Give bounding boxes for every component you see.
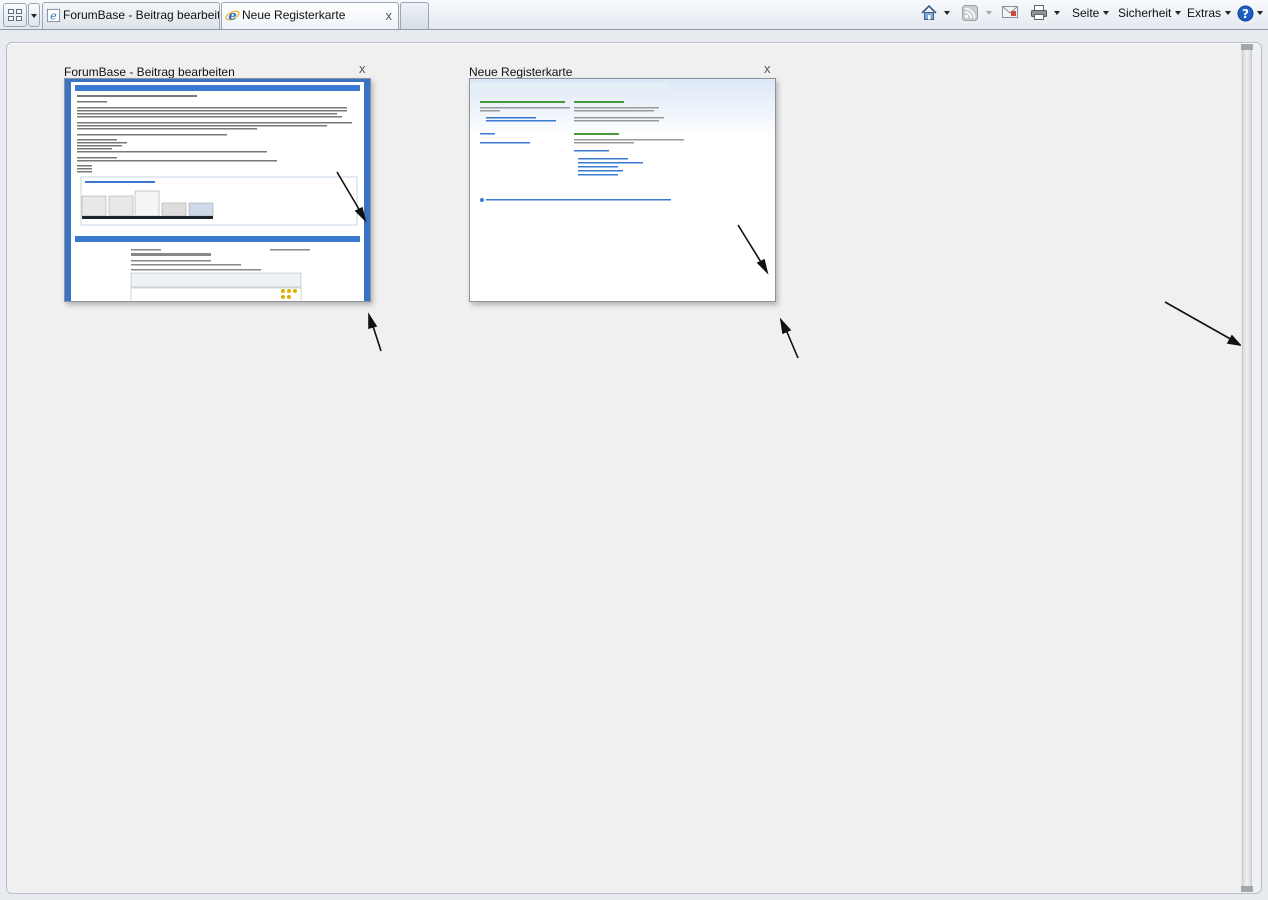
scrollbar-thumb[interactable] xyxy=(1242,44,1252,892)
chevron-down-icon xyxy=(1103,11,1110,15)
feeds-icon[interactable] xyxy=(962,5,978,21)
feeds-menu-chevron-icon[interactable] xyxy=(986,11,992,15)
security-menu[interactable]: Sicherheit xyxy=(1118,3,1182,25)
tab-forumbase[interactable]: e ForumBase - Beitrag bearbeiten xyxy=(42,2,220,29)
print-icon[interactable] xyxy=(1030,4,1048,21)
scrollbar-bottom-cap xyxy=(1241,886,1253,892)
home-icon[interactable] xyxy=(920,4,938,22)
page-menu-label: Seite xyxy=(1072,6,1100,20)
quick-tabs-icon xyxy=(8,9,23,22)
tools-menu[interactable]: Extras xyxy=(1187,3,1232,25)
security-menu-label: Sicherheit xyxy=(1118,6,1172,20)
tab-label: ForumBase - Beitrag bearbeiten xyxy=(63,8,220,22)
ie-logo-icon: e xyxy=(225,9,240,23)
tab-list-button[interactable] xyxy=(28,3,40,27)
vertical-scrollbar[interactable] xyxy=(1241,44,1253,892)
chevron-down-icon xyxy=(31,14,37,18)
tab-bar: e ForumBase - Beitrag bearbeiten e Neue … xyxy=(0,0,1268,30)
svg-text:e: e xyxy=(50,10,57,23)
help-icon[interactable]: ? xyxy=(1237,5,1254,22)
help-menu-chevron-icon[interactable] xyxy=(1257,11,1263,15)
svg-text:e: e xyxy=(228,9,236,23)
page-menu[interactable]: Seite xyxy=(1072,3,1110,25)
new-tab-button[interactable] xyxy=(400,2,429,29)
chevron-down-icon xyxy=(1225,11,1232,15)
read-mail-icon[interactable] xyxy=(1002,6,1018,20)
tab-label: Neue Registerkarte xyxy=(242,8,346,22)
chevron-down-icon xyxy=(1175,11,1182,15)
tab-new-tab[interactable]: e Neue Registerkarte x xyxy=(221,2,399,29)
annotation-arrows xyxy=(336,171,1243,359)
quick-tabs-button[interactable] xyxy=(3,3,27,27)
close-tab-button[interactable]: x xyxy=(386,3,393,28)
scrollbar-top-cap xyxy=(1241,44,1253,50)
tools-menu-label: Extras xyxy=(1187,6,1222,20)
print-menu-chevron-icon[interactable] xyxy=(1054,11,1060,15)
page-icon: e xyxy=(46,8,61,23)
home-menu-chevron-icon[interactable] xyxy=(944,11,950,15)
svg-text:?: ? xyxy=(1242,7,1249,21)
quick-tabs-page: ForumBase - Beitrag bearbeiten x Neue Re… xyxy=(6,42,1262,894)
